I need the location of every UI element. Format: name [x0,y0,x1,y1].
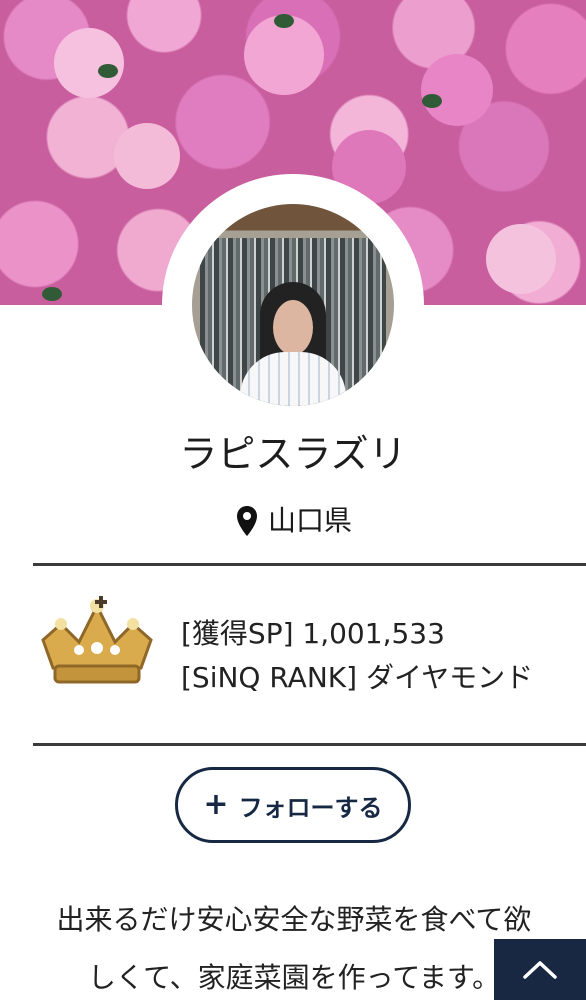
location-pin-icon [236,506,257,536]
cover-flower [421,54,493,126]
profile-bio: 出来るだけ安心安全な野菜を食べて欲 しくて、家庭菜園を作ってます。 [34,891,554,1007]
plus-icon: + [203,787,229,822]
acquired-sp: [獲得SP] 1,001,533 [181,617,445,650]
cover-leaf [42,287,62,301]
follow-label: フォローする [238,793,383,822]
divider-bottom [33,743,586,746]
cover-leaf [422,94,442,108]
cover-flower [486,224,556,294]
sinq-rank: [SiNQ RANK] ダイヤモンド [181,661,534,694]
cover-flower [114,123,180,189]
follow-button[interactable]: + フォローする [175,767,411,843]
location-text: 山口県 [267,504,352,537]
cover-leaf [274,14,294,28]
chevron-up-icon [523,961,557,979]
back-to-top-button[interactable] [494,939,586,1000]
bio-line: 出来るだけ安心安全な野菜を食べて欲 [56,903,532,936]
profile-name: ラピスラズリ [179,432,407,476]
avatar [192,204,394,406]
cover-leaf [98,64,118,78]
avatar-face [273,300,313,355]
divider-top [33,563,586,566]
bio-line: しくて、家庭菜園を作ってます。 [87,961,501,994]
rank-section: [獲得SP] 1,001,533 [SiNQ RANK] ダイヤモンド [0,596,586,716]
location-row: 山口県 [0,500,586,542]
crown-icon [41,596,153,684]
cover-flower [54,28,124,98]
